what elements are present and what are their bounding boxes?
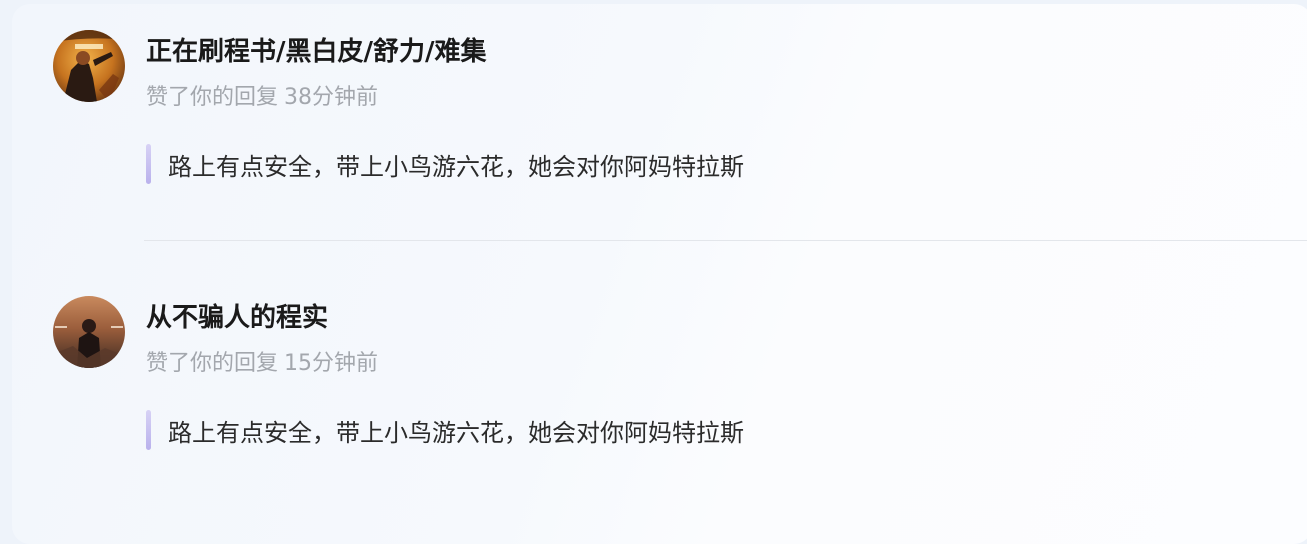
username[interactable]: 正在刷程书/黑白皮/舒力/难集: [146, 36, 487, 68]
quoted-reply[interactable]: 路上有点安全，带上小鸟游六花，她会对你阿妈特拉斯: [146, 410, 744, 450]
notification-card: 正在刷程书/黑白皮/舒力/难集 赞了你的回复 38分钟前 路上有点安全，带上小鸟游…: [12, 4, 1307, 544]
timestamp: 38分钟前: [284, 85, 379, 110]
notification-meta: 赞了你的回复 38分钟前: [146, 84, 378, 112]
quote-bar: [146, 144, 151, 184]
divider: [144, 240, 1307, 241]
quote-text: 路上有点安全，带上小鸟游六花，她会对你阿妈特拉斯: [168, 418, 744, 447]
book-cover-avatar-icon: [53, 30, 125, 102]
action-text: 赞了你的回复: [146, 85, 279, 110]
timestamp: 15分钟前: [284, 351, 379, 376]
quote-bar: [146, 410, 151, 450]
quote-text: 路上有点安全，带上小鸟游六花，她会对你阿妈特拉斯: [168, 152, 744, 181]
avatar[interactable]: [53, 296, 125, 368]
action-text: 赞了你的回复: [146, 351, 279, 376]
movie-poster-avatar-icon: [53, 296, 125, 368]
avatar[interactable]: [53, 30, 125, 102]
username[interactable]: 从不骗人的程实: [146, 302, 328, 334]
quoted-reply[interactable]: 路上有点安全，带上小鸟游六花，她会对你阿妈特拉斯: [146, 144, 744, 184]
notification-meta: 赞了你的回复 15分钟前: [146, 350, 378, 378]
